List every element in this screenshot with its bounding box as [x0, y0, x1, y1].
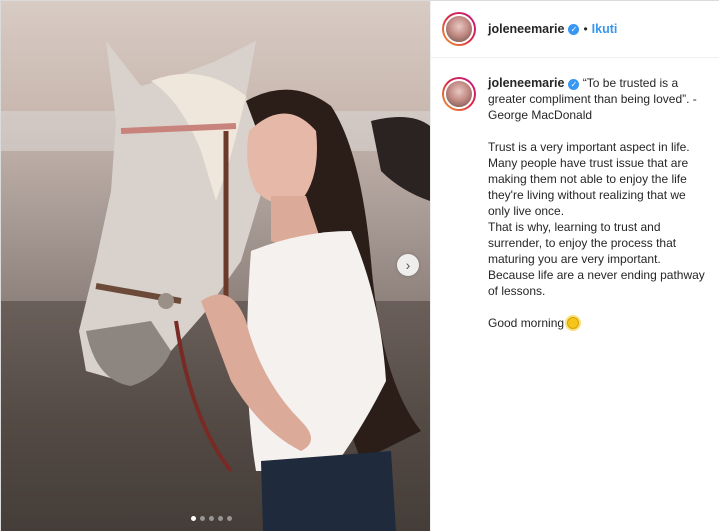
caption-closing: Good morning [488, 316, 565, 330]
verified-badge-icon: ✓ [568, 79, 580, 90]
follow-button[interactable]: Ikuti [592, 22, 618, 36]
post-header: joleneemarie ✓ • Ikuti [431, 1, 719, 58]
photo-illustration [1, 41, 430, 531]
post-photo[interactable]: › [1, 1, 430, 531]
carousel-dot [191, 516, 196, 521]
caption-avatar[interactable] [442, 77, 476, 111]
verified-badge-icon: ✓ [568, 23, 580, 35]
caption-username[interactable]: joleneemarie [488, 76, 564, 90]
caption-body-text: Trust is a very important aspect in life… [488, 140, 705, 298]
carousel-dot [209, 516, 214, 521]
carousel-dot [200, 516, 205, 521]
avatar[interactable] [442, 12, 476, 46]
carousel-next-button[interactable]: › [397, 254, 419, 276]
post-caption: joleneemarie ✓ “To be trusted is a greate… [442, 75, 712, 331]
carousel-dot [218, 516, 223, 521]
separator-dot: • [583, 22, 588, 36]
post-sidebar: joleneemarie ✓ • Ikuti joleneemarie ✓ “To… [430, 1, 719, 531]
carousel-indicator [191, 516, 232, 521]
sun-emoji-icon [567, 317, 580, 329]
chevron-right-icon: › [405, 257, 411, 273]
carousel-dot [227, 516, 232, 521]
instagram-post: › joleneemarie ✓ • Ikuti joleneemarie ✓ “… [0, 0, 719, 531]
header-username[interactable]: joleneemarie [488, 22, 564, 36]
